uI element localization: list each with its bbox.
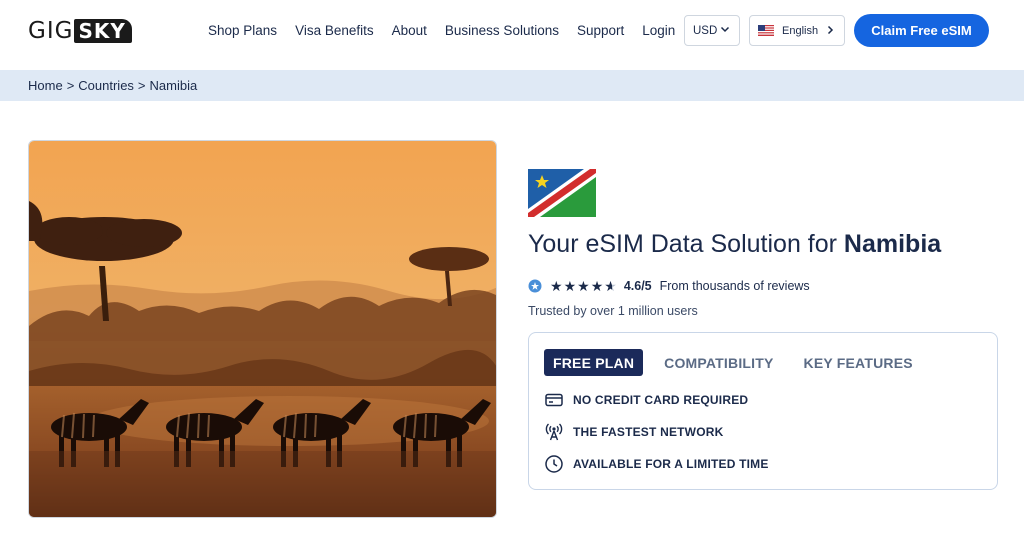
breadcrumb-countries[interactable]: Countries (78, 78, 134, 93)
rating-score: 4.6/5 (623, 279, 652, 293)
rating-row: ★ ★ ★ ★ ★ 4.6/5 From thousands of review… (528, 279, 810, 293)
breadcrumb-separator: > (66, 78, 75, 93)
clock-icon (545, 455, 563, 473)
trusted-text: Trusted by over 1 million users (528, 304, 698, 318)
logo-gig-text: GIG (28, 18, 74, 44)
star-icon: ★ (577, 278, 590, 294)
breadcrumb: Home > Countries > Namibia (0, 70, 1024, 101)
site-header: GIG SKY Shop Plans Visa Benefits About B… (0, 0, 1024, 70)
us-flag-icon (758, 25, 774, 36)
feature-item: THE FASTEST NETWORK (544, 422, 723, 442)
star-icon: ★ (563, 278, 577, 294)
nav-login[interactable]: Login (642, 22, 675, 40)
claim-free-esim-button[interactable]: Claim Free eSIM (854, 14, 989, 47)
chevron-down-icon (720, 26, 730, 33)
reviews-text: From thousands of reviews (659, 279, 810, 293)
currency-value: USD (693, 24, 718, 37)
credit-card-icon (545, 393, 563, 407)
nav-about[interactable]: About (392, 22, 427, 40)
feature-label: THE FASTEST NETWORK (573, 425, 724, 439)
currency-select[interactable]: USD (684, 15, 740, 46)
breadcrumb-namibia: Namibia (149, 78, 198, 93)
info-tabs: FREE PLAN COMPATIBILITY KEY FEATURES (544, 349, 943, 376)
breadcrumb-home[interactable]: Home (28, 78, 63, 93)
plan-info-card: FREE PLAN COMPATIBILITY KEY FEATURES NO … (528, 332, 998, 490)
title-country: Namibia (843, 230, 942, 258)
feature-label: NO CREDIT CARD REQUIRED (573, 393, 749, 407)
title-prefix: Your eSIM Data Solution for (528, 230, 844, 258)
savanna-illustration (29, 141, 496, 517)
main-nav: Shop Plans Visa Benefits About Business … (208, 22, 693, 40)
star-icon: ★ (590, 278, 604, 294)
gigsky-logo[interactable]: GIG SKY (28, 18, 132, 44)
star-icon: ★ (550, 278, 563, 294)
feature-item: AVAILABLE FOR A LIMITED TIME (544, 454, 769, 474)
half-star-icon: ★ (604, 278, 617, 294)
nav-shop-plans[interactable]: Shop Plans (208, 22, 277, 40)
nav-support[interactable]: Support (577, 22, 624, 40)
namibia-hero-image (28, 140, 497, 518)
tab-key-features[interactable]: KEY FEATURES (804, 349, 913, 376)
feature-item: NO CREDIT CARD REQUIRED (544, 390, 748, 410)
nav-business-solutions[interactable]: Business Solutions (445, 22, 559, 40)
language-value: English (782, 24, 819, 37)
antenna-icon (545, 423, 563, 441)
chevron-right-icon (827, 25, 834, 35)
namibia-flag-icon (528, 169, 596, 217)
breadcrumb-separator: > (137, 78, 146, 93)
trustpilot-badge-icon (528, 279, 542, 293)
tab-free-plan[interactable]: FREE PLAN (544, 349, 644, 376)
nav-visa-benefits[interactable]: Visa Benefits (295, 22, 374, 40)
logo-sky-text: SKY (74, 19, 132, 43)
page-title: Your eSIM Data Solution for Namibia (528, 230, 941, 259)
language-select[interactable]: English (749, 15, 845, 46)
star-rating: ★ ★ ★ ★ ★ (550, 279, 618, 293)
tab-compatibility[interactable]: COMPATIBILITY (664, 349, 773, 376)
feature-label: AVAILABLE FOR A LIMITED TIME (573, 457, 769, 471)
